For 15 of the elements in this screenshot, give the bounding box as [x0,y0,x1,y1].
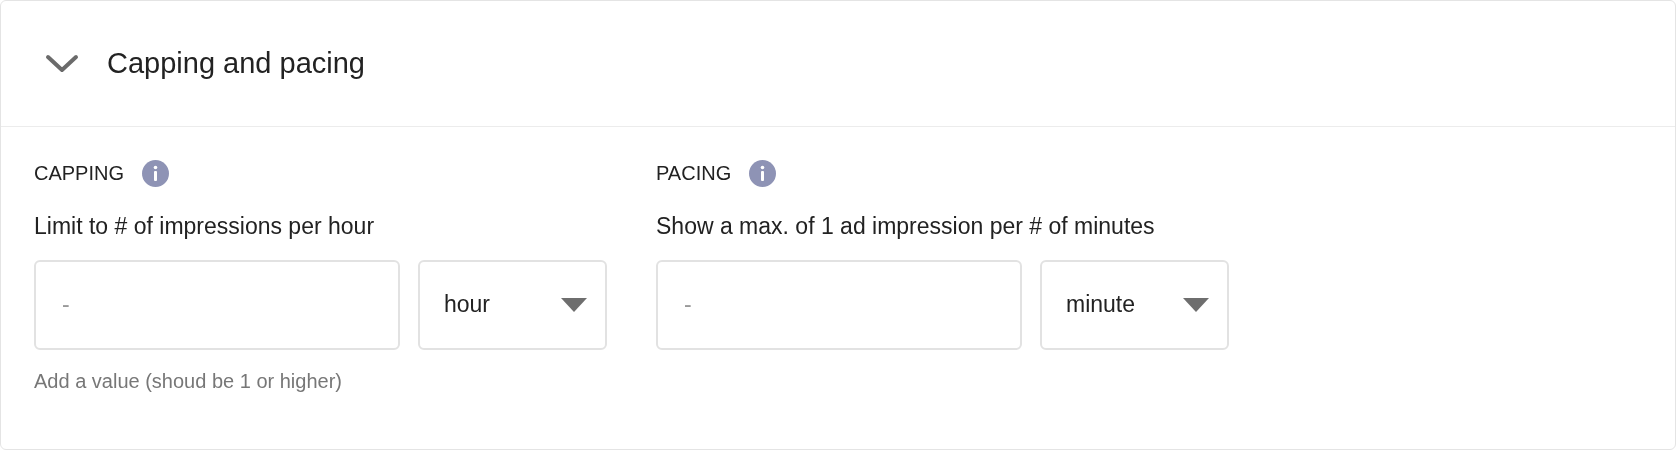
info-icon[interactable] [142,159,170,187]
value-field[interactable]: - [656,259,1022,350]
unit-dropdown[interactable]: hour [418,259,607,350]
info-icon[interactable] [749,159,777,187]
caret-icon [561,297,587,312]
hint-text: Add a value (shoud be 1 or higher) [34,368,343,394]
section-title: Capping and pacing [107,45,365,81]
caret-icon [1183,297,1209,312]
unit-dropdown[interactable]: minute [1040,259,1229,350]
value-field[interactable]: - [34,259,400,350]
chevron-icon[interactable] [45,53,79,74]
field-description: Limit to # of impressions per hour [34,212,376,241]
section-label: PACING [656,161,732,186]
section-label: CAPPING [34,161,125,186]
field-description: Show a max. of 1 ad impression per # of minutes [656,212,1156,241]
